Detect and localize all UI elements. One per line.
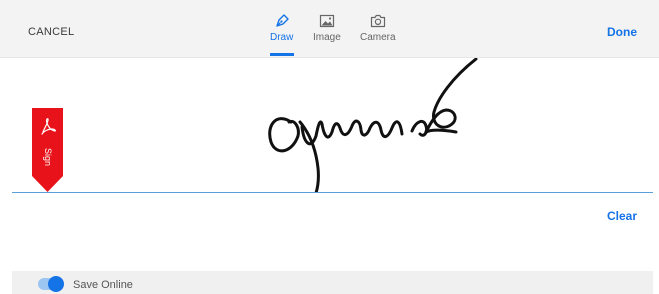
signature-strokes	[268, 58, 478, 193]
active-tab-indicator	[270, 53, 294, 56]
signature-toolbar: CANCEL Draw Image Camera Done	[0, 0, 659, 58]
done-button[interactable]: Done	[607, 25, 637, 39]
cancel-button[interactable]: CANCEL	[28, 26, 74, 38]
tab-camera[interactable]: Camera	[360, 13, 396, 43]
clear-button[interactable]: Clear	[607, 209, 637, 223]
signature-drawing-area[interactable]	[0, 58, 659, 193]
toggle-knob	[48, 276, 64, 292]
tab-image[interactable]: Image	[313, 13, 341, 43]
sign-here-label: Sign	[43, 147, 53, 166]
signature-baseline	[12, 192, 653, 193]
pen-icon	[275, 14, 289, 27]
save-online-label: Save Online	[73, 279, 133, 291]
camera-icon	[370, 14, 385, 28]
tab-image-label: Image	[313, 32, 341, 43]
tab-draw-label: Draw	[270, 32, 294, 43]
tab-draw[interactable]: Draw	[270, 13, 293, 43]
image-icon	[319, 14, 334, 28]
save-online-toggle[interactable]	[38, 276, 64, 292]
tab-camera-label: Camera	[360, 32, 396, 43]
